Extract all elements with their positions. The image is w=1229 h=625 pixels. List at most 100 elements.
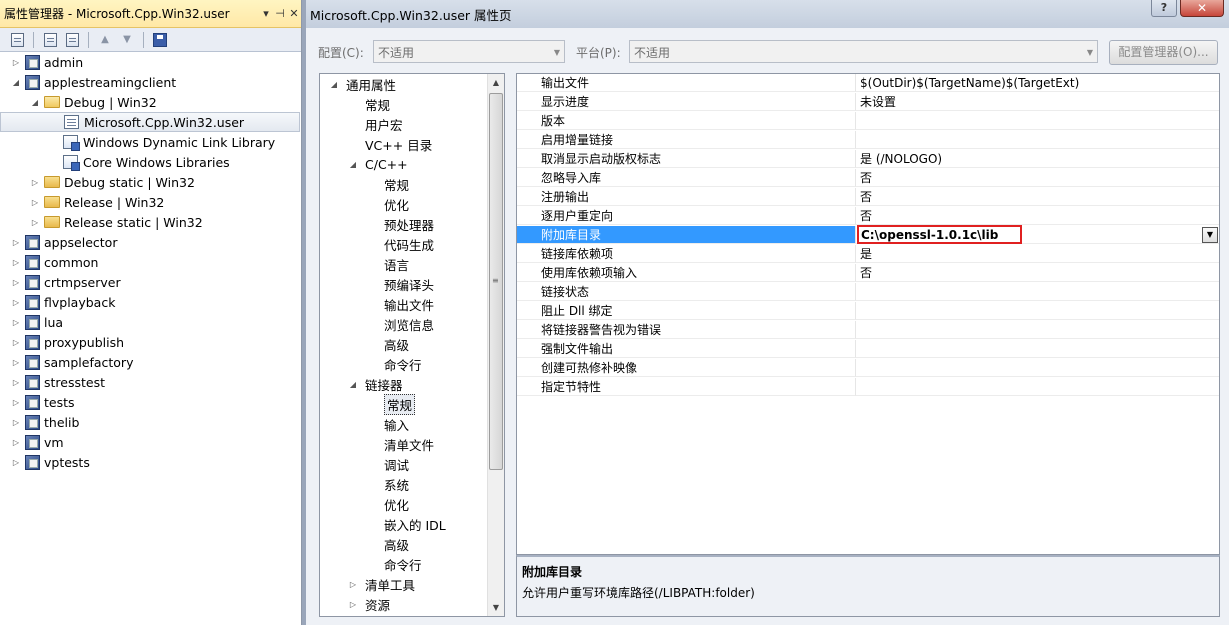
expand-icon[interactable]: ▷ [10, 258, 22, 267]
value-dropdown-button[interactable]: ▼ [1202, 227, 1218, 243]
category-item[interactable]: 优化 [320, 194, 504, 214]
category-item[interactable]: 预处理器 [320, 214, 504, 234]
expand-icon[interactable]: ▷ [10, 338, 22, 347]
add-existing-property-sheet-button[interactable] [63, 32, 81, 48]
expand-icon[interactable]: ▷ [10, 358, 22, 367]
tree-item[interactable]: ▷ Release static | Win32 [0, 212, 300, 232]
category-item[interactable]: 用户宏 [320, 114, 504, 134]
category-item[interactable]: 常规 [320, 94, 504, 114]
collapse-icon[interactable]: ◢ [29, 98, 41, 107]
auto-hide-pin-icon[interactable]: ⊣ [273, 7, 287, 20]
property-row[interactable]: 使用库依赖项输入否 [517, 264, 1219, 283]
tree-item[interactable]: Microsoft.Cpp.Win32.user [0, 112, 300, 132]
category-item[interactable]: 输出文件 [320, 294, 504, 314]
expand-icon[interactable]: ▷ [10, 278, 22, 287]
category-item[interactable]: 常规 [320, 393, 504, 415]
category-item[interactable]: 嵌入的 IDL [320, 514, 504, 534]
expand-icon[interactable]: ▷ [10, 398, 22, 407]
tree-item[interactable]: ▷ appselector [0, 232, 300, 252]
property-row[interactable]: 指定节特性 [517, 378, 1219, 397]
property-row[interactable]: 将链接器警告视为错误 [517, 321, 1219, 340]
expand-icon[interactable]: ▷ [10, 418, 22, 427]
collapse-icon[interactable]: ◢ [347, 380, 359, 389]
category-item[interactable]: 清单文件 [320, 434, 504, 454]
property-row[interactable]: 输出文件 $(OutDir)$(TargetName)$(TargetExt) [517, 74, 1219, 93]
category-item[interactable]: 调试 [320, 454, 504, 474]
properties-button[interactable] [8, 32, 26, 48]
tree-item[interactable]: Windows Dynamic Link Library [0, 132, 300, 152]
category-item[interactable]: 系统 [320, 474, 504, 494]
tree-item[interactable]: Core Windows Libraries [0, 152, 300, 172]
collapse-icon[interactable]: ◢ [347, 160, 359, 169]
tree-item[interactable]: ▷ Release | Win32 [0, 192, 300, 212]
tree-item[interactable]: ▷ thelib [0, 412, 300, 432]
save-button[interactable] [151, 32, 169, 48]
expand-icon[interactable]: ▷ [347, 600, 359, 609]
property-row[interactable]: 逐用户重定向否 [517, 207, 1219, 226]
scroll-down-icon[interactable]: ▼ [488, 599, 504, 616]
tree-item[interactable]: ◢ applestreamingclient [0, 72, 300, 92]
category-item[interactable]: ▷ 资源 [320, 594, 504, 614]
property-row[interactable]: 阻止 Dll 绑定 [517, 302, 1219, 321]
category-item[interactable]: 高级 [320, 334, 504, 354]
category-item[interactable]: 代码生成 [320, 234, 504, 254]
tree-item[interactable]: ▷ tests [0, 392, 300, 412]
expand-icon[interactable]: ▷ [10, 378, 22, 387]
category-scrollbar[interactable]: ▲ ≡ ▼ [487, 74, 504, 616]
add-new-property-sheet-button[interactable] [41, 32, 59, 48]
property-row[interactable]: 取消显示启动版权标志是 (/NOLOGO) [517, 150, 1219, 169]
category-item[interactable]: VC++ 目录 [320, 134, 504, 154]
move-down-button[interactable]: ▼ [118, 32, 136, 48]
tree-item[interactable]: ▷ admin [0, 52, 300, 72]
property-row[interactable]: 忽略导入库否 [517, 169, 1219, 188]
expand-icon[interactable]: ▷ [10, 318, 22, 327]
property-row[interactable]: 链接状态 [517, 283, 1219, 302]
property-row[interactable]: 强制文件输出 [517, 340, 1219, 359]
tree-item[interactable]: ▷ flvplayback [0, 292, 300, 312]
close-button[interactable]: ✕ [1180, 0, 1224, 17]
expand-icon[interactable]: ▷ [10, 438, 22, 447]
tree-item[interactable]: ▷ stresstest [0, 372, 300, 392]
configuration-select[interactable]: 不适用 ▼ [373, 40, 565, 63]
tree-item[interactable]: ▷ proxypublish [0, 332, 300, 352]
category-item[interactable]: 输入 [320, 414, 504, 434]
category-item[interactable]: 命令行 [320, 354, 504, 374]
tree-item[interactable]: ▷ vptests [0, 452, 300, 472]
category-item[interactable]: 语言 [320, 254, 504, 274]
category-item[interactable]: 预编译头 [320, 274, 504, 294]
scroll-up-icon[interactable]: ▲ [488, 74, 504, 91]
property-row[interactable]: 创建可热修补映像 [517, 359, 1219, 378]
tree-item[interactable]: ◢ Debug | Win32 [0, 92, 300, 112]
help-button[interactable]: ? [1151, 0, 1177, 17]
category-item[interactable]: 高级 [320, 534, 504, 554]
category-item[interactable]: ▷ 清单工具 [320, 574, 504, 594]
expand-icon[interactable]: ▷ [347, 580, 359, 589]
configuration-manager-button[interactable]: 配置管理器(O)... [1109, 40, 1218, 65]
property-row[interactable]: 附加库目录 C:\openssl-1.0.1c\lib ▼ [517, 225, 1219, 245]
property-value-editor[interactable]: C:\openssl-1.0.1c\lib ▼ [856, 225, 1219, 244]
expand-icon[interactable]: ▷ [10, 238, 22, 247]
property-row[interactable]: 显示进度 未设置 [517, 93, 1219, 112]
expand-icon[interactable]: ▷ [10, 298, 22, 307]
collapse-icon[interactable]: ◢ [10, 78, 22, 87]
tree-item[interactable]: ▷ common [0, 252, 300, 272]
expand-icon[interactable]: ▷ [29, 178, 41, 187]
move-up-button[interactable]: ▲ [96, 32, 114, 48]
category-item[interactable]: 浏览信息 [320, 314, 504, 334]
expand-icon[interactable]: ▷ [10, 458, 22, 467]
category-item[interactable]: 优化 [320, 494, 504, 514]
expand-icon[interactable]: ▷ [29, 218, 41, 227]
window-position-dropdown-icon[interactable]: ▾ [259, 7, 273, 20]
expand-icon[interactable]: ▷ [29, 198, 41, 207]
category-item[interactable]: ◢ C/C++ [320, 154, 504, 174]
property-row[interactable]: 注册输出否 [517, 188, 1219, 207]
tree-item[interactable]: ▷ crtmpserver [0, 272, 300, 292]
category-item[interactable]: ◢ 链接器 [320, 374, 504, 394]
property-row[interactable]: 版本 [517, 112, 1219, 131]
property-row[interactable]: 链接库依赖项是 [517, 245, 1219, 264]
collapse-icon[interactable]: ◢ [328, 80, 340, 89]
category-item[interactable]: 常规 [320, 174, 504, 194]
close-panel-icon[interactable]: ✕ [287, 7, 301, 20]
tree-item[interactable]: ▷ vm [0, 432, 300, 452]
platform-select[interactable]: 不适用 ▼ [629, 40, 1098, 63]
